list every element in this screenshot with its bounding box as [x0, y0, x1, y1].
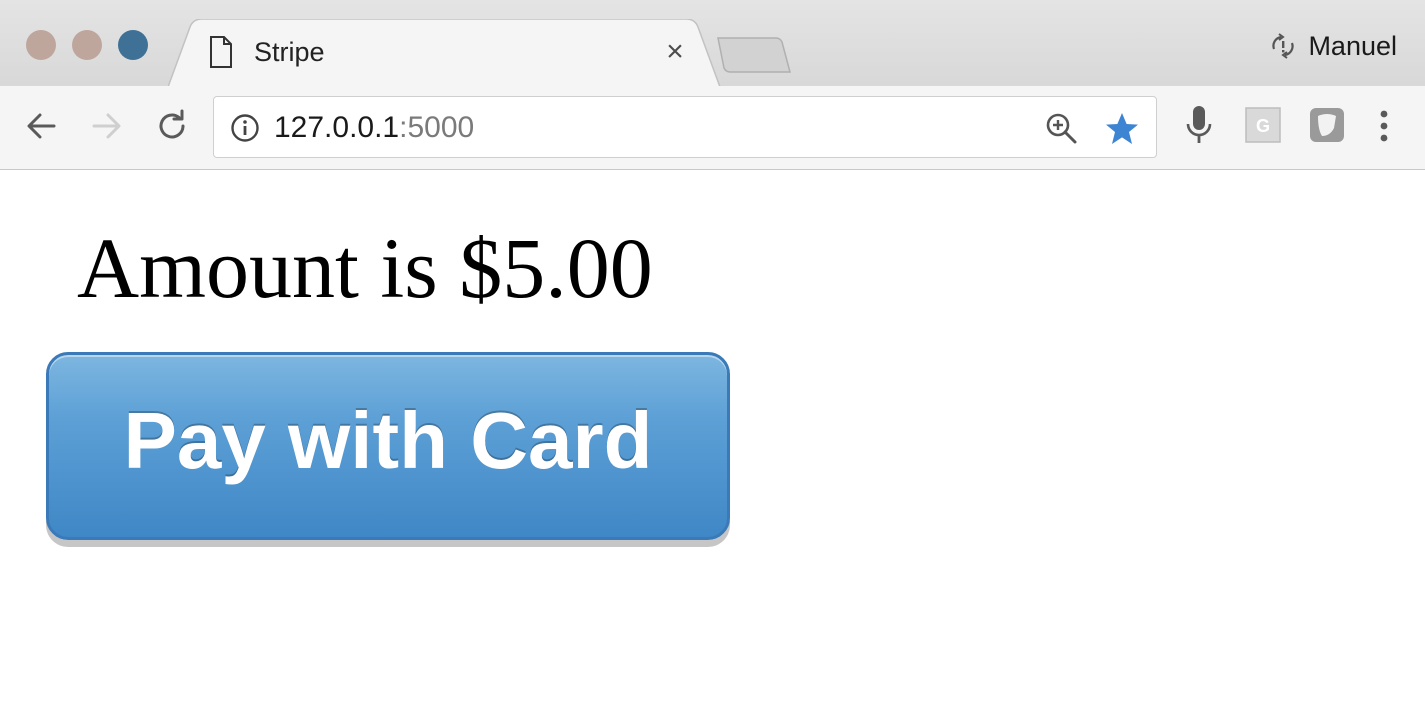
document-icon	[210, 36, 232, 68]
tab-title: Stripe	[254, 37, 325, 67]
browser-titlebar: Stripe × Manuel	[0, 0, 1425, 87]
sync-icon	[1272, 33, 1295, 59]
info-icon[interactable]	[230, 113, 260, 143]
profile-button[interactable]: Manuel	[1268, 30, 1397, 62]
pay-button-label: Pay with Card	[123, 396, 653, 485]
tab-stripe[interactable]: Stripe ×	[168, 19, 728, 87]
close-icon[interactable]: ×	[662, 37, 688, 67]
tab-shape	[168, 19, 721, 87]
url-host: 127.0.0.1	[274, 111, 400, 144]
url-port: :5000	[399, 111, 475, 144]
menu-dots-icon[interactable]	[1372, 106, 1396, 146]
window-minimize-button[interactable]	[72, 30, 102, 60]
amount-heading: Amount is $5.00	[77, 220, 653, 316]
extension-g-icon[interactable]: G	[1244, 106, 1282, 144]
window-maximize-button[interactable]	[118, 30, 148, 60]
window-close-button[interactable]	[26, 30, 56, 60]
profile-name: Manuel	[1308, 30, 1397, 61]
reload-icon[interactable]	[152, 106, 192, 146]
extension-shield-icon[interactable]	[1308, 106, 1346, 144]
new-tab-button[interactable]	[716, 36, 792, 76]
address-bar[interactable]: 127.0.0.1:5000	[213, 96, 1157, 158]
zoom-in-icon[interactable]	[1044, 111, 1078, 145]
svg-text:G: G	[1256, 116, 1270, 136]
star-icon[interactable]	[1104, 111, 1140, 147]
microphone-icon[interactable]	[1184, 104, 1214, 146]
url-text: 127.0.0.1:5000	[274, 111, 474, 145]
forward-arrow-icon[interactable]	[86, 106, 126, 146]
back-arrow-icon[interactable]	[22, 106, 62, 146]
browser-toolbar: 127.0.0.1:5000 G	[0, 86, 1425, 170]
pay-with-card-button[interactable]: Pay with Card	[46, 352, 730, 540]
